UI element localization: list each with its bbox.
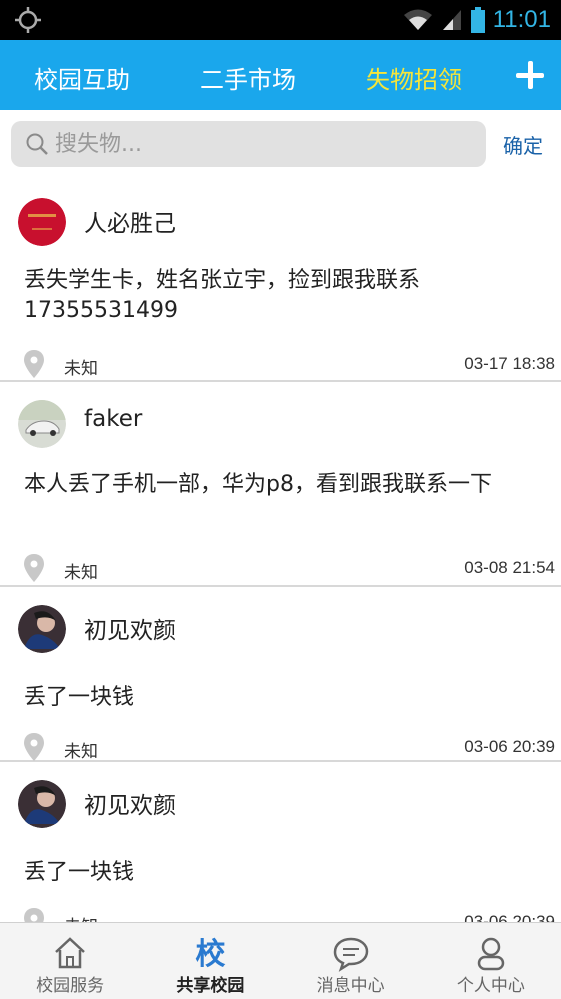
search-icon xyxy=(26,133,48,155)
app-header: 校园互助 二手市场 失物招领 xyxy=(0,40,561,110)
tab-campus-help[interactable]: 校园互助 xyxy=(34,60,130,95)
location-pin-icon xyxy=(24,733,44,761)
post-content: 丢了一块钱 xyxy=(24,860,135,885)
post-location: 未知 xyxy=(64,563,98,583)
nav-campus-services[interactable]: 校园服务 xyxy=(0,923,140,999)
post-location: 未知 xyxy=(64,912,98,922)
car-avatar xyxy=(18,400,66,448)
chat-bubble-icon xyxy=(333,937,368,972)
home-icon xyxy=(55,937,85,969)
post-username: 初见欢颜 xyxy=(84,793,176,819)
post-content: 本人丢了手机一部，华为p8，看到跟我联系一下 xyxy=(24,472,492,497)
tab-lost-and-found[interactable]: 失物招领 xyxy=(366,60,462,95)
lost-item-feed[interactable]: 人必胜己 丢失学生卡，姓名张立宇，捡到跟我联系17355531499 未知 03… xyxy=(0,180,561,922)
add-post-button[interactable] xyxy=(515,60,545,90)
post-username: faker xyxy=(84,406,143,432)
post-username: 初见欢颜 xyxy=(84,618,176,644)
red-card-avatar xyxy=(18,198,66,246)
search-row: 确定 xyxy=(0,110,561,180)
gps-icon xyxy=(15,7,41,33)
post-item[interactable]: 初见欢颜 丢了一块钱 未知 03-06 20:39 xyxy=(0,762,561,922)
signal-icon xyxy=(442,10,461,30)
post-location: 未知 xyxy=(64,742,98,762)
nav-message-center[interactable]: 消息中心 xyxy=(281,923,421,999)
nav-personal-center[interactable]: 个人中心 xyxy=(421,923,561,999)
post-location: 未知 xyxy=(64,359,98,379)
nav-label: 共享校园 xyxy=(176,976,245,996)
wifi-icon xyxy=(403,9,432,30)
search-box xyxy=(11,121,486,167)
tab-second-hand-market[interactable]: 二手市场 xyxy=(200,60,296,95)
post-item[interactable]: faker 本人丢了手机一部，华为p8，看到跟我联系一下 未知 03-08 21… xyxy=(0,382,561,587)
nav-label: 校园服务 xyxy=(36,976,105,996)
nav-shared-campus[interactable]: 校 共享校园 xyxy=(140,923,280,999)
battery-icon xyxy=(470,7,485,33)
post-content: 丢了一块钱 xyxy=(24,685,135,710)
nav-label: 消息中心 xyxy=(316,976,385,996)
post-item[interactable]: 人必胜己 丢失学生卡，姓名张立宇，捡到跟我联系17355531499 未知 03… xyxy=(0,180,561,382)
person-icon xyxy=(477,937,505,971)
post-item[interactable]: 初见欢颜 丢了一块钱 未知 03-06 20:39 xyxy=(0,587,561,762)
clock: 11:01 xyxy=(492,6,551,33)
bottom-nav: 校园服务 校 共享校园 消息中心 个人中心 xyxy=(0,922,561,999)
portrait-avatar xyxy=(18,780,66,828)
search-input[interactable] xyxy=(55,131,455,157)
post-time: 03-17 18:38 xyxy=(464,354,555,373)
campus-icon: 校 xyxy=(195,937,226,972)
post-username: 人必胜己 xyxy=(84,211,176,237)
location-pin-icon xyxy=(24,908,44,922)
location-pin-icon xyxy=(24,554,44,582)
portrait-avatar xyxy=(18,605,66,653)
confirm-button[interactable]: 确定 xyxy=(503,130,543,159)
post-time: 03-08 21:54 xyxy=(464,558,555,577)
post-content: 丢失学生卡，姓名张立宇，捡到跟我联系17355531499 xyxy=(24,268,421,323)
status-bar: 11:01 xyxy=(0,0,561,40)
post-time: 03-06 20:39 xyxy=(464,912,555,922)
nav-label: 个人中心 xyxy=(456,976,525,996)
post-time: 03-06 20:39 xyxy=(464,737,555,756)
location-pin-icon xyxy=(24,350,44,378)
